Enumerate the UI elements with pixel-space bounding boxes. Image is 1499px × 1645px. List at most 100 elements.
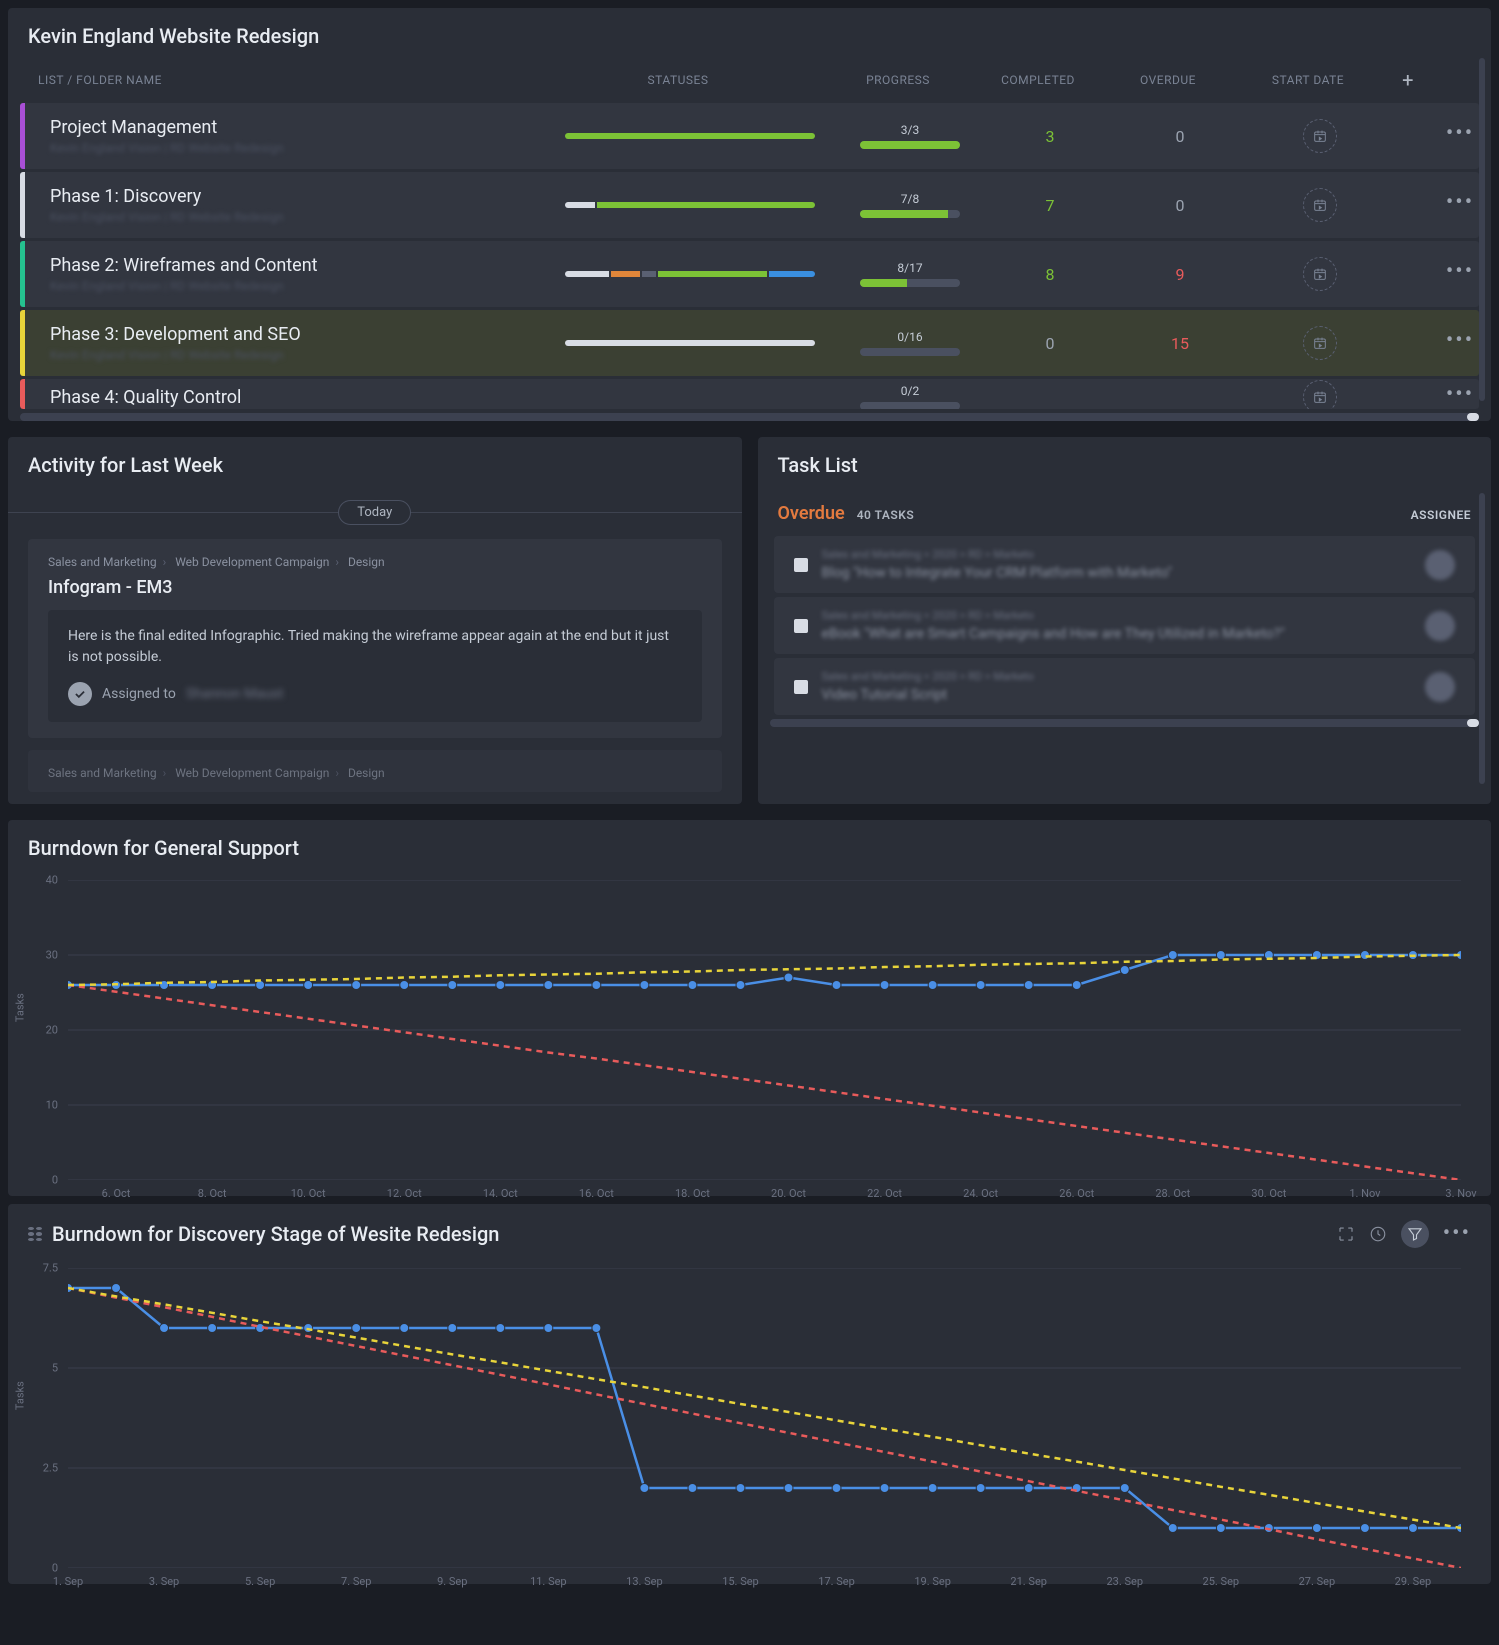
header-name: LIST / FOLDER NAME — [28, 73, 528, 87]
overdue-count: 0 — [1120, 127, 1240, 146]
activity-title: Activity for Last Week — [8, 437, 742, 489]
progress-bar — [860, 348, 960, 356]
header-startdate: START DATE — [1228, 73, 1388, 87]
x-tick: 15. Sep — [722, 1575, 759, 1588]
expand-icon[interactable] — [1337, 1225, 1355, 1243]
task-breadcrumb: Sales and Marketing > 2020 > RD > Market… — [822, 609, 1412, 622]
activity-card-2[interactable]: Sales and Marketing› Web Development Cam… — [28, 750, 722, 792]
y-tick: 40 — [28, 874, 58, 887]
activity-breadcrumb-2[interactable]: Sales and Marketing› Web Development Cam… — [48, 766, 702, 780]
task-checkbox[interactable] — [794, 680, 808, 694]
vertical-scrollbar[interactable] — [1479, 58, 1485, 401]
y-tick: 2.5 — [28, 1462, 58, 1475]
completed-count: 0 — [980, 334, 1120, 353]
start-date-icon[interactable] — [1303, 326, 1337, 360]
chart2-title: Burndown for Discovery Stage of Wesite R… — [52, 1222, 499, 1246]
start-date-icon[interactable] — [1303, 188, 1337, 222]
project-rows-container: Project Management Kevin England Vision |… — [8, 103, 1491, 409]
x-tick: 30. Oct — [1251, 1187, 1286, 1200]
project-row[interactable]: Phase 3: Development and SEOKevin Englan… — [20, 310, 1479, 376]
tasklist-scrollbar-h[interactable] — [770, 719, 1480, 727]
task-items-container: Sales and Marketing > 2020 > RD > Market… — [758, 536, 1492, 715]
overdue-label: Overdue — [778, 503, 845, 524]
drag-handle-icon[interactable] — [28, 1227, 42, 1241]
task-breadcrumb: Sales and Marketing > 2020 > RD > Market… — [822, 548, 1412, 561]
task-checkbox[interactable] — [794, 619, 808, 633]
project-row[interactable]: Phase 2: Wireframes and ContentKevin Eng… — [20, 241, 1479, 307]
activity-breadcrumb[interactable]: Sales and Marketing› Web Development Cam… — [48, 555, 702, 569]
project-list-title: Kevin England Website Redesign — [8, 8, 1491, 60]
tasklist-title: Task List — [758, 437, 1492, 489]
project-row[interactable]: Phase 1: DiscoveryKevin England Vision |… — [20, 172, 1479, 238]
task-item[interactable]: Sales and Marketing > 2020 > RD > Market… — [774, 658, 1476, 715]
x-tick: 7. Sep — [341, 1575, 371, 1588]
project-row[interactable]: Phase 4: Quality Control0/2••• — [20, 379, 1479, 409]
row-more-icon[interactable]: ••• — [1446, 328, 1474, 353]
header-statuses: STATUSES — [528, 73, 828, 87]
header-completed: COMPLETED — [968, 73, 1108, 87]
y-tick: 0 — [28, 1174, 58, 1187]
x-tick: 18. Oct — [675, 1187, 710, 1200]
task-item[interactable]: Sales and Marketing > 2020 > RD > Market… — [774, 597, 1476, 654]
x-tick: 20. Oct — [771, 1187, 806, 1200]
x-tick: 29. Sep — [1395, 1575, 1432, 1588]
tasklist-panel: Task List Overdue 40 TASKS ASSIGNEE Sale… — [758, 437, 1492, 804]
progress-label: 8/17 — [840, 261, 980, 275]
x-tick: 13. Sep — [626, 1575, 663, 1588]
row-more-icon[interactable]: ••• — [1446, 259, 1474, 284]
y-tick: 7.5 — [28, 1262, 58, 1275]
x-tick: 1. Sep — [53, 1575, 83, 1588]
task-checkbox[interactable] — [794, 558, 808, 572]
start-date-icon[interactable] — [1303, 380, 1337, 409]
project-row[interactable]: Project Management Kevin England Vision |… — [20, 103, 1479, 169]
row-more-icon[interactable]: ••• — [1446, 190, 1474, 215]
completed-count: 3 — [980, 127, 1120, 146]
task-avatar[interactable] — [1425, 611, 1455, 641]
row-subtitle: Kevin England Vision | RD Website Redesi… — [50, 279, 540, 293]
chart1-panel: Burndown for General Support Tasks 01020… — [8, 820, 1491, 1196]
progress-label: 7/8 — [840, 192, 980, 206]
task-item[interactable]: Sales and Marketing > 2020 > RD > Market… — [774, 536, 1476, 593]
status-bar — [565, 340, 815, 346]
activity-card-body: Here is the final edited Infographic. Tr… — [48, 610, 702, 722]
x-tick: 9. Sep — [437, 1575, 467, 1588]
x-tick: 3. Sep — [149, 1575, 179, 1588]
x-tick: 11. Sep — [530, 1575, 567, 1588]
activity-card[interactable]: Sales and Marketing› Web Development Cam… — [28, 539, 722, 738]
row-more-icon[interactable]: ••• — [1446, 382, 1474, 407]
chart2-more-icon[interactable]: ••• — [1443, 1231, 1471, 1237]
y-tick: 10 — [28, 1099, 58, 1112]
x-tick: 8. Oct — [198, 1187, 227, 1200]
overdue-count: 0 — [1120, 196, 1240, 215]
x-tick: 1. Nov — [1349, 1187, 1380, 1200]
chart2-area: Tasks 02.557.51. Sep3. Sep5. Sep7. Sep9.… — [68, 1268, 1461, 1568]
x-tick: 27. Sep — [1299, 1575, 1336, 1588]
status-bar — [565, 394, 815, 400]
start-date-icon[interactable] — [1303, 119, 1337, 153]
task-avatar[interactable] — [1425, 550, 1455, 580]
status-bar — [565, 133, 815, 139]
x-tick: 6. Oct — [102, 1187, 131, 1200]
task-title: Video Tutorial Script — [822, 687, 1412, 703]
progress-label: 0/16 — [840, 330, 980, 344]
row-title: Phase 1: Discovery — [50, 186, 540, 207]
row-title: Phase 3: Development and SEO — [50, 324, 540, 345]
assignee-header: ASSIGNEE — [1411, 508, 1471, 522]
overdue-count: 40 TASKS — [857, 508, 914, 522]
horizontal-scrollbar[interactable] — [20, 413, 1479, 421]
status-bar — [565, 202, 815, 208]
row-title: Project Management — [50, 117, 540, 138]
filter-icon[interactable] — [1401, 1220, 1429, 1248]
progress-bar — [860, 210, 960, 218]
x-tick: 23. Sep — [1106, 1575, 1143, 1588]
task-title: eBook "What are Smart Campaigns and How … — [822, 626, 1412, 642]
start-date-icon[interactable] — [1303, 257, 1337, 291]
today-pill: Today — [338, 500, 411, 525]
add-column-button[interactable]: + — [1402, 68, 1414, 92]
tasklist-scrollbar[interactable] — [1479, 493, 1485, 784]
clock-icon[interactable] — [1369, 1225, 1387, 1243]
task-avatar[interactable] — [1425, 672, 1455, 702]
row-subtitle: Kevin England Vision | RD Website Redesi… — [50, 141, 540, 155]
activity-card-title: Infogram - EM3 — [48, 577, 702, 598]
row-more-icon[interactable]: ••• — [1446, 121, 1474, 146]
